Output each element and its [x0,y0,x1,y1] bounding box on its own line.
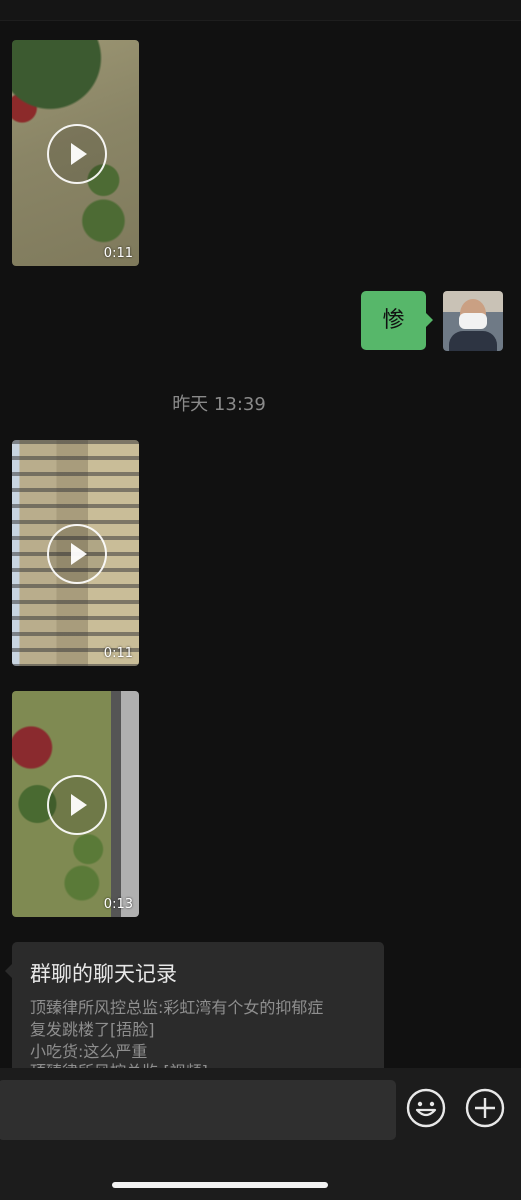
chat-record-line: 顶臻律所风控总监:彩虹湾有个女的抑郁症 [30,998,324,1017]
message-input[interactable] [0,1080,396,1140]
video-message-3[interactable]: 0:13 [12,691,139,917]
timestamp: 昨天 13:39 [172,394,266,415]
chat-record-card[interactable]: 群聊的聊天记录 顶臻律所风控总监:彩虹湾有个女的抑郁症 复发跳楼了[捂脸] 小吃… [5,942,384,1082]
video-duration: 0:11 [103,246,133,261]
input-bar [0,1068,521,1200]
plus-icon[interactable] [465,1088,505,1128]
top-divider [0,0,521,21]
avatar[interactable] [443,291,503,351]
video-duration: 0:11 [103,646,133,661]
sent-message-text: 惨 [382,308,405,333]
chat-record-title: 群聊的聊天记录 [30,962,177,986]
video-message-1[interactable]: 0:11 [12,40,139,266]
play-icon [46,124,107,184]
play-icon [46,524,107,584]
chat-record-line: 复发跳楼了[捂脸] [30,1020,155,1039]
home-indicator [112,1182,328,1188]
sent-message-bubble[interactable]: 惨 [361,291,433,350]
video-message-2[interactable]: 0:11 [12,440,139,666]
smiley-icon[interactable] [406,1088,446,1128]
video-duration: 0:13 [103,897,133,912]
play-icon [46,775,107,835]
